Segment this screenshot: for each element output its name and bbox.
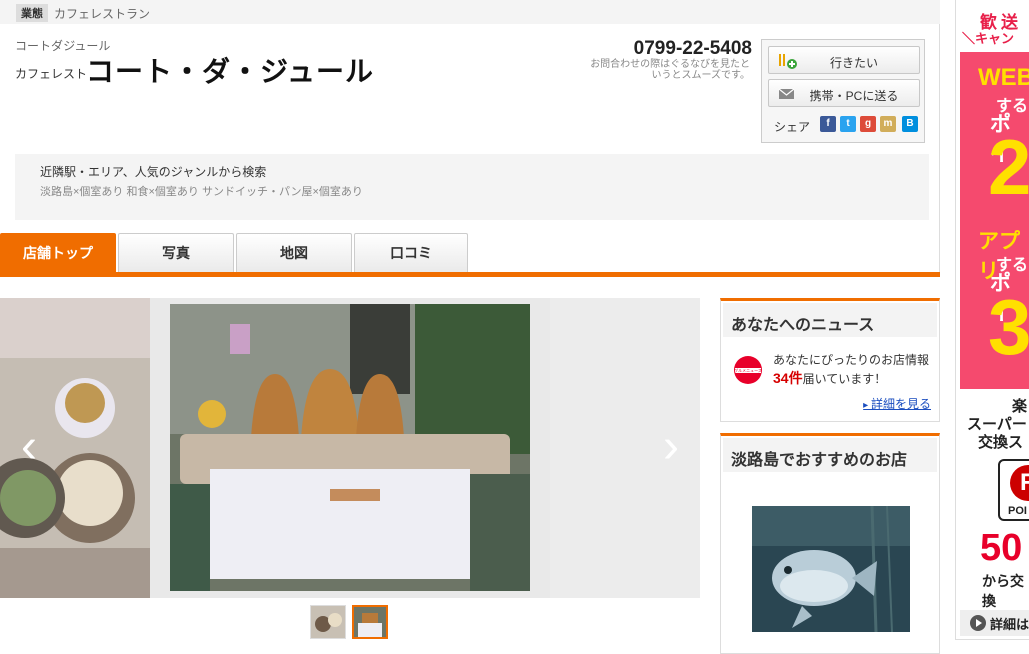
photo-slideshow: ‹ › <box>0 298 700 598</box>
banner-pink-area: WEB する ポイ 2 アプリ する ポイ 3 <box>960 52 1029 389</box>
twitter-icon[interactable]: t <box>840 116 856 132</box>
category-label: 業態 <box>16 4 48 22</box>
facebook-icon[interactable]: f <box>820 116 836 132</box>
recommend-title: 淡路島でおすすめのお店 <box>731 452 908 469</box>
thumbnail-food-image <box>311 606 345 638</box>
category-bar: 業態 カフェレストラン <box>0 0 940 24</box>
banner-big-2: 2 <box>988 123 1029 211</box>
shop-name: コート・ダ・ジュール <box>86 56 375 87</box>
shop-genre: カフェレスト <box>15 67 88 81</box>
tab-shop-top[interactable]: 店舗トップ <box>0 233 116 272</box>
hatena-bookmark-icon[interactable]: B <box>902 116 918 132</box>
nearby-search-box: 近隣駅・エリア、人気のジャンルから検索 淡路島×個室あり 和食×個室あり サンド… <box>15 154 929 220</box>
banner-top: 歓送 ＼キャン <box>958 0 1029 52</box>
action-box: 行きたい 携帯・PCに送る シェア f t g m B <box>761 39 925 143</box>
news-message-post: 届いています！ <box>802 372 887 386</box>
banner-kara-text: から交換 <box>982 573 1024 609</box>
banner-detail-button[interactable]: 詳細は <box>960 610 1029 636</box>
share-label: シェア <box>774 120 811 134</box>
thumbnail-1[interactable] <box>310 605 346 639</box>
banner-kokan-text: 交換ス <box>978 434 1024 451</box>
play-circle-icon <box>970 615 986 631</box>
tab-reviews[interactable]: 口コミ <box>354 233 468 272</box>
thumbnail-2[interactable] <box>352 605 388 639</box>
tab-map[interactable]: 地図 <box>236 233 352 272</box>
tab-underline <box>0 272 940 277</box>
news-detail-link[interactable]: ▸ 詳細を見る <box>863 395 931 412</box>
thumbnail-strip <box>310 605 392 641</box>
pufferfish-photo <box>752 506 910 632</box>
want-to-go-button[interactable]: 行きたい <box>768 46 920 74</box>
news-detail-link-label: 詳細を見る <box>870 397 931 411</box>
want-to-go-label: 行きたい <box>829 56 878 70</box>
nearby-search-title: 近隣駅・エリア、人気のジャンルから検索 <box>40 165 267 179</box>
slide-next-arrow-icon[interactable]: › <box>656 422 686 472</box>
recommend-box: 淡路島でおすすめのお店 <box>720 433 940 654</box>
ad-banner[interactable]: 歓送 ＼キャン WEB する ポイ 2 アプリ する ポイ 3 楽 スーパー 交… <box>955 0 1029 640</box>
shop-header: 業態 カフェレストラン コートダジュール カフェレスト コート・ダ・ジュール 0… <box>0 0 940 272</box>
gourmet-news-icon: グルメニュース <box>734 356 762 384</box>
slide-current-photo[interactable] <box>170 304 530 591</box>
chevron-right-icon: ▸ <box>863 400 871 411</box>
google-plus-icon[interactable]: g <box>860 116 876 132</box>
send-to-mobile-button[interactable]: 携帯・PCに送る <box>768 79 920 107</box>
news-message: あなたにぴったりのお店情報 34件届いています！ <box>773 351 938 388</box>
share-row: シェア f t g m B <box>774 116 924 136</box>
banner-white-area: 楽 スーパー 交換ス R POI 50 から交換 <box>960 389 1029 609</box>
banner-web-text: WEB <box>978 64 1029 91</box>
restaurant-interior-photo <box>170 304 530 591</box>
rakuten-r-mark: R <box>1010 465 1029 501</box>
banner-detail-label: 詳細は <box>990 617 1029 632</box>
category-value: カフェレストラン <box>54 7 151 21</box>
news-title: あなたへのニュース <box>731 317 875 334</box>
recommend-aquarium-image[interactable] <box>752 506 910 632</box>
news-count: 34件 <box>773 370 803 386</box>
svg-text:グルメニュース: グルメニュース <box>734 367 762 373</box>
banner-50-text: 50 <box>980 527 1023 569</box>
tab-photos[interactable]: 写真 <box>118 233 234 272</box>
thumbnail-interior-image <box>354 607 386 637</box>
nearby-search-links[interactable]: 淡路島×個室あり 和食×個室あり サンドイッチ・パン屋×個室あり <box>40 183 363 199</box>
phone-note: お問合わせの際はぐるなびを見たというとスムーズです。 <box>590 59 750 81</box>
banner-big-3: 3 <box>988 283 1029 371</box>
rakuten-point-icon: R POI <box>998 459 1029 521</box>
mixi-icon[interactable]: m <box>880 116 896 132</box>
news-message-pre: あなたにぴったりのお店情報 <box>773 353 930 367</box>
banner-top-text-2: ＼キャン <box>962 31 1015 46</box>
send-to-mobile-label: 携帯・PCに送る <box>809 89 899 103</box>
news-box: あなたへのニュース グルメニュース あなたにぴったりのお店情報 34件届いていま… <box>720 298 940 422</box>
slide-prev-arrow-icon[interactable]: ‹ <box>14 422 44 472</box>
rakuten-point-label: POI <box>1008 505 1027 517</box>
phone-number[interactable]: 0799-22-5408 <box>600 38 752 60</box>
